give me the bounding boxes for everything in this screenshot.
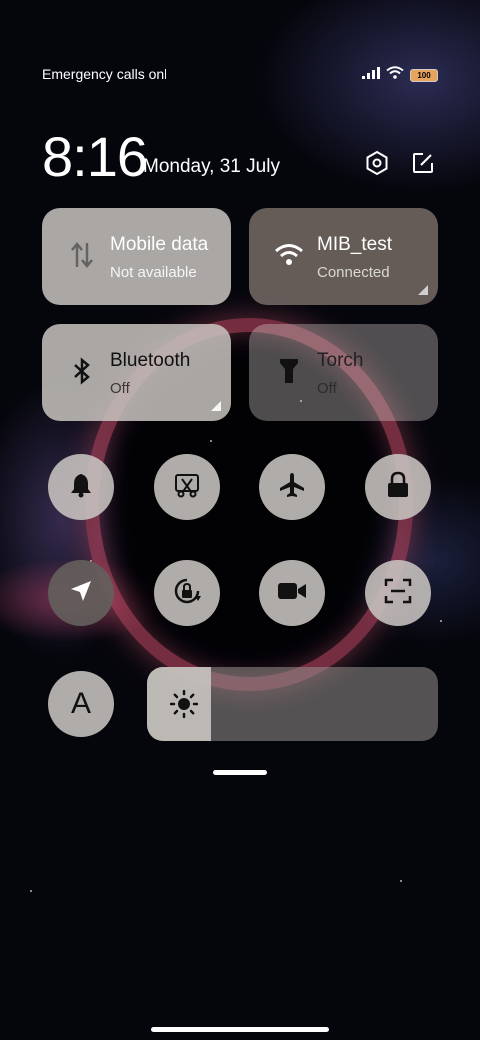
location-icon <box>69 579 93 608</box>
scanner-toggle[interactable] <box>365 560 431 626</box>
home-indicator[interactable] <box>151 1027 329 1032</box>
torch-status: Off <box>317 380 337 397</box>
carrier-text: Emergency calls only <box>42 66 166 82</box>
wifi-icon <box>273 239 305 271</box>
auto-brightness-label: A <box>70 687 91 720</box>
wallpaper-star <box>30 890 32 892</box>
mobile-data-status: Not available <box>110 264 197 281</box>
status-icons: 100 <box>362 66 438 84</box>
edit-icon[interactable] <box>408 148 438 178</box>
bluetooth-label: Bluetooth <box>110 350 191 371</box>
expand-corner-icon[interactable] <box>211 401 221 411</box>
auto-brightness-toggle[interactable]: A <box>48 671 114 737</box>
settings-icon[interactable] <box>362 148 392 178</box>
wifi-tile[interactable]: MIB_test Connected <box>249 208 438 305</box>
airplane-icon <box>278 471 306 504</box>
wifi-label: MIB_test <box>317 234 392 255</box>
mobile-data-icon <box>66 239 98 271</box>
date: Monday, 31 July <box>143 156 280 177</box>
screenshot-toggle[interactable] <box>154 454 220 520</box>
brightness-slider[interactable] <box>147 667 438 741</box>
screenshot-icon <box>173 471 201 504</box>
bluetooth-status: Off <box>110 380 130 397</box>
panel-handle[interactable] <box>213 770 267 775</box>
sun-icon <box>169 689 199 719</box>
bluetooth-tile[interactable]: Bluetooth Off <box>42 324 231 421</box>
torch-icon <box>273 355 305 387</box>
wifi-status: Connected <box>317 264 390 281</box>
wallpaper-star <box>440 620 442 622</box>
wifi-status-icon <box>386 66 404 84</box>
lock-icon <box>386 471 410 504</box>
lock-screen-toggle[interactable] <box>365 454 431 520</box>
signal-icon <box>362 66 380 84</box>
location-toggle[interactable] <box>48 560 114 626</box>
scan-icon <box>384 577 412 610</box>
torch-tile[interactable]: Torch Off <box>249 324 438 421</box>
wallpaper-star <box>400 880 402 882</box>
clock: 8:16 <box>42 125 148 188</box>
rotation-lock-toggle[interactable] <box>154 560 220 626</box>
mobile-data-label: Mobile data <box>110 234 209 255</box>
airplane-mode-toggle[interactable] <box>259 454 325 520</box>
mobile-data-tile[interactable]: Mobile data Not available <box>42 208 231 305</box>
expand-corner-icon[interactable] <box>418 285 428 295</box>
ring-mode-toggle[interactable] <box>48 454 114 520</box>
rotation-lock-icon <box>172 576 202 611</box>
bell-icon <box>68 472 94 503</box>
battery-icon: 100 <box>410 68 438 82</box>
status-bar: Emergency calls only 100 <box>42 66 438 86</box>
torch-label: Torch <box>317 350 364 371</box>
bluetooth-icon <box>66 355 98 387</box>
screen-recorder-toggle[interactable] <box>259 560 325 626</box>
video-camera-icon <box>277 580 307 607</box>
wallpaper-star <box>210 440 212 442</box>
